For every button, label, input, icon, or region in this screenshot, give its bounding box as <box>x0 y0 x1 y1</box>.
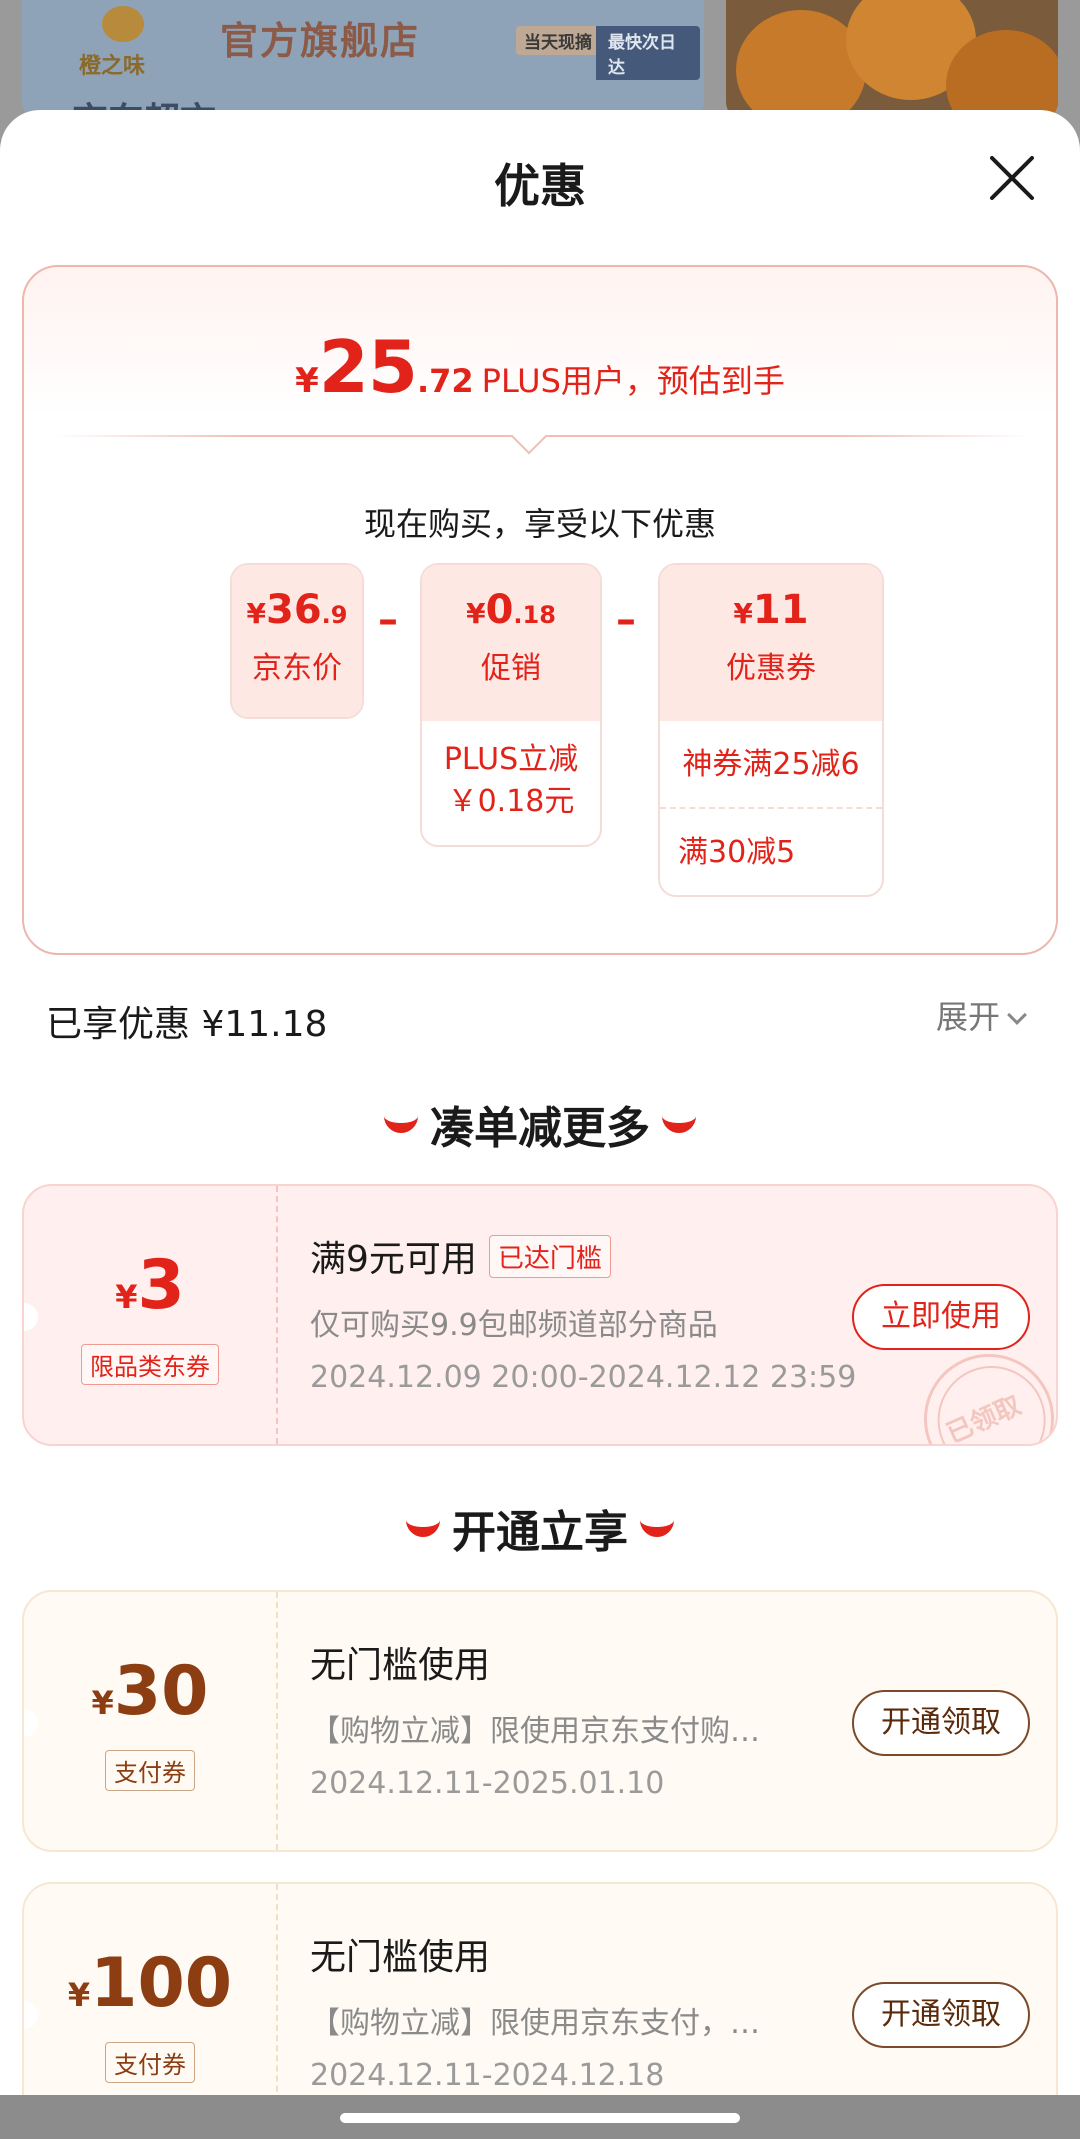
smile-icon <box>640 1519 674 1539</box>
coupon-description: 【购物立减】限使用京东支付，… <box>310 2006 760 2041</box>
activate-claim-button[interactable]: 开通领取 <box>852 1982 1030 2048</box>
coupon-title: 无门槛使用 <box>310 1645 491 1686</box>
coupon-title: 无门槛使用 <box>310 1937 491 1978</box>
minus-sign: – <box>378 597 398 643</box>
smile-icon <box>662 1115 696 1135</box>
coupon-kind: 限品类东券 <box>24 1344 276 1385</box>
coupon-detail-2: 满30减5 <box>678 835 796 870</box>
activate-claim-button[interactable]: 开通领取 <box>852 1690 1030 1756</box>
home-indicator[interactable] <box>340 2113 740 2123</box>
smile-icon <box>384 1115 418 1135</box>
sheet-title: 优惠 <box>494 159 586 213</box>
section-more-discounts: 凑单减更多 <box>0 1092 1080 1156</box>
price-breakdown-card: ¥25.72 PLUS用户，预估到手 现在购买，享受以下优惠 ¥36.9 京东价 … <box>22 265 1058 955</box>
coupon-box: ¥11 优惠券 神券满25减6 满30减5 <box>658 563 884 897</box>
estimated-price: ¥25.72 PLUS用户，预估到手 <box>295 325 785 409</box>
minus-sign: – <box>616 597 636 643</box>
coupon-caption: 优惠券 <box>726 651 816 686</box>
smile-icon <box>406 1519 440 1539</box>
divider-arrow-icon <box>510 417 548 455</box>
coupon-amount: ¥100 <box>67 1944 233 2023</box>
section-plus-benefits: 开通立享 <box>0 1496 1080 1560</box>
enjoyed-discount: 已享优惠 ¥11.18 <box>46 1004 328 1045</box>
coupon-kind: 支付券 <box>24 1750 276 1791</box>
coupon-validity: 2024.12.09 20:00-2024.12.12 23:59 <box>310 1360 857 1395</box>
coupon-description: 【购物立减】限使用京东支付购… <box>310 1714 760 1749</box>
coupon-validity: 2024.12.11-2025.01.10 <box>310 1766 665 1801</box>
coupon-kind: 支付券 <box>24 2042 276 2083</box>
tag-fresh-picked: 当天现摘 <box>516 26 600 55</box>
store-logo: 橙之味 <box>77 4 177 84</box>
coupon-card: ¥3 限品类东券 满9元可用 已达门槛 仅可购买9.9包邮频道部分商品 2024.… <box>22 1184 1058 1446</box>
promotion-detail: PLUS立减 ￥0.18元 <box>443 742 579 819</box>
promotion-caption: 促销 <box>481 651 541 686</box>
coupon-card: ¥30 支付券 无门槛使用 【购物立减】限使用京东支付购… 2024.12.11… <box>22 1590 1058 1852</box>
discount-sheet: 优惠 ¥25.72 PLUS用户，预估到手 现在购买，享受以下优惠 ¥36.9 京… <box>0 110 1080 2139</box>
expand-button[interactable]: 展开 <box>936 992 1027 1038</box>
claimed-stamp: 已领取 <box>903 1333 1056 1444</box>
store-banner: 橙之味 官方旗舰店 当天现摘 最快次日达 京东超市 <box>22 0 704 120</box>
coupon-detail-1: 神券满25减6 <box>660 721 882 809</box>
close-icon[interactable] <box>986 152 1038 204</box>
chevron-down-icon <box>1007 1005 1027 1025</box>
threshold-reached-badge: 已达门槛 <box>488 1235 611 1278</box>
coupon-amount: ¥3 <box>115 1246 185 1325</box>
use-now-button[interactable]: 立即使用 <box>852 1284 1030 1350</box>
coupon-title: 满9元可用 已达门槛 <box>310 1230 611 1282</box>
tag-delivery: 最快次日达 <box>596 26 700 80</box>
coupon-validity: 2024.12.11-2024.12.18 <box>310 2058 665 2093</box>
store-name: 官方旗舰店 <box>220 19 421 63</box>
breakdown-intro: 现在购买，享受以下优惠 <box>363 505 716 543</box>
product-image-oranges <box>726 0 1058 120</box>
jd-price-caption: 京东价 <box>252 651 342 686</box>
promotion-box: ¥0.18 促销 PLUS立减 ￥0.18元 <box>420 563 602 847</box>
coupon-amount: ¥30 <box>91 1652 209 1731</box>
coupon-description: 仅可购买9.9包邮频道部分商品 <box>310 1308 718 1343</box>
jd-price-box: ¥36.9 京东价 <box>230 563 364 719</box>
